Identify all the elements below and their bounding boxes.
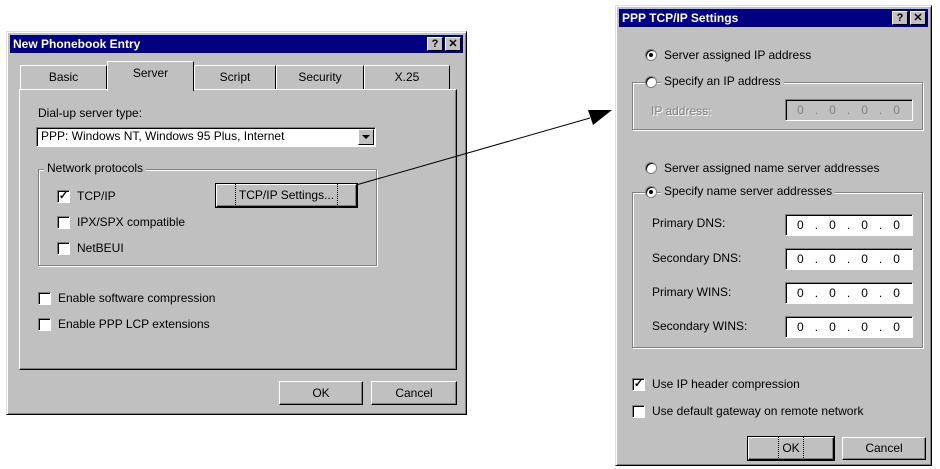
cancel-button[interactable]: Cancel — [371, 381, 457, 405]
tcpip-checkbox[interactable]: ✓ — [57, 190, 70, 203]
software-compression-label[interactable]: Enable software compression — [58, 291, 215, 305]
phonebook-title: New Phonebook Entry — [13, 37, 141, 51]
help-button[interactable]: ? — [892, 11, 908, 25]
ip-header-compression-checkbox[interactable]: ✓ — [632, 378, 645, 391]
primary-dns-field[interactable]: 0.0.0.0 — [785, 214, 913, 236]
network-protocols-label: Network protocols — [44, 161, 147, 175]
ppp-lcp-checkbox[interactable] — [38, 318, 51, 331]
server-assigned-ip-label[interactable]: Server assigned IP address — [664, 48, 811, 62]
tab-basic[interactable]: Basic — [20, 65, 107, 89]
ppp-title: PPP TCP/IP Settings — [622, 11, 739, 25]
primary-wins-label: Primary WINS: — [652, 285, 732, 299]
ppp-cancel-button[interactable]: Cancel — [842, 437, 926, 460]
secondary-wins-label: Secondary WINS: — [652, 319, 748, 333]
ip-address-label: IP address: — [651, 104, 712, 118]
ppp-titlebar: PPP TCP/IP Settings ? ✕ — [619, 9, 928, 27]
netbeui-checkbox[interactable] — [57, 242, 70, 255]
specify-name-server-radio[interactable] — [645, 186, 657, 198]
specify-name-server-label[interactable]: Specify name server addresses — [661, 184, 836, 198]
default-gateway-checkbox[interactable] — [632, 405, 645, 418]
ppp-lcp-label[interactable]: Enable PPP LCP extensions — [58, 317, 210, 331]
tab-x25[interactable]: X.25 — [364, 65, 450, 89]
tab-script[interactable]: Script — [194, 65, 276, 89]
secondary-dns-field[interactable]: 0.0.0.0 — [785, 248, 913, 270]
secondary-dns-label: Secondary DNS: — [652, 251, 742, 265]
tcpip-settings-button[interactable]: TCP/IP Settings... — [215, 183, 358, 208]
phonebook-titlebar: New Phonebook Entry ? ✕ — [10, 35, 463, 53]
dialup-server-type-label: Dial-up server type: — [38, 106, 143, 120]
dialup-server-type-select[interactable]: PPP: Windows NT, Windows 95 Plus, Intern… — [36, 127, 376, 147]
server-assigned-name-label[interactable]: Server assigned name server addresses — [664, 161, 879, 175]
tab-security[interactable]: Security — [276, 65, 364, 89]
ok-button[interactable]: OK — [279, 381, 363, 405]
tcpip-label[interactable]: TCP/IP — [77, 189, 116, 203]
primary-dns-label: Primary DNS: — [652, 216, 726, 230]
ppp-ok-button[interactable]: OK — [747, 436, 835, 461]
ipxspx-label[interactable]: IPX/SPX compatible — [77, 215, 185, 229]
close-button[interactable]: ✕ — [445, 37, 461, 51]
netbeui-label[interactable]: NetBEUI — [77, 241, 124, 255]
default-gateway-label[interactable]: Use default gateway on remote network — [652, 404, 863, 418]
specify-ip-radio[interactable] — [645, 76, 657, 88]
chevron-down-icon[interactable] — [358, 129, 374, 145]
primary-wins-field[interactable]: 0.0.0.0 — [785, 282, 913, 304]
help-button[interactable]: ? — [427, 37, 443, 51]
software-compression-checkbox[interactable] — [38, 292, 51, 305]
server-assigned-name-radio[interactable] — [645, 162, 657, 174]
ip-header-compression-label[interactable]: Use IP header compression — [652, 377, 800, 391]
close-button[interactable]: ✕ — [910, 11, 926, 25]
ipxspx-checkbox[interactable] — [57, 216, 70, 229]
specify-ip-label[interactable]: Specify an IP address — [661, 74, 784, 88]
server-assigned-ip-radio[interactable] — [645, 49, 657, 61]
secondary-wins-field[interactable]: 0.0.0.0 — [785, 316, 913, 338]
tab-server[interactable]: Server — [107, 61, 194, 91]
ip-address-field[interactable]: 0.0.0.0 — [785, 99, 913, 121]
